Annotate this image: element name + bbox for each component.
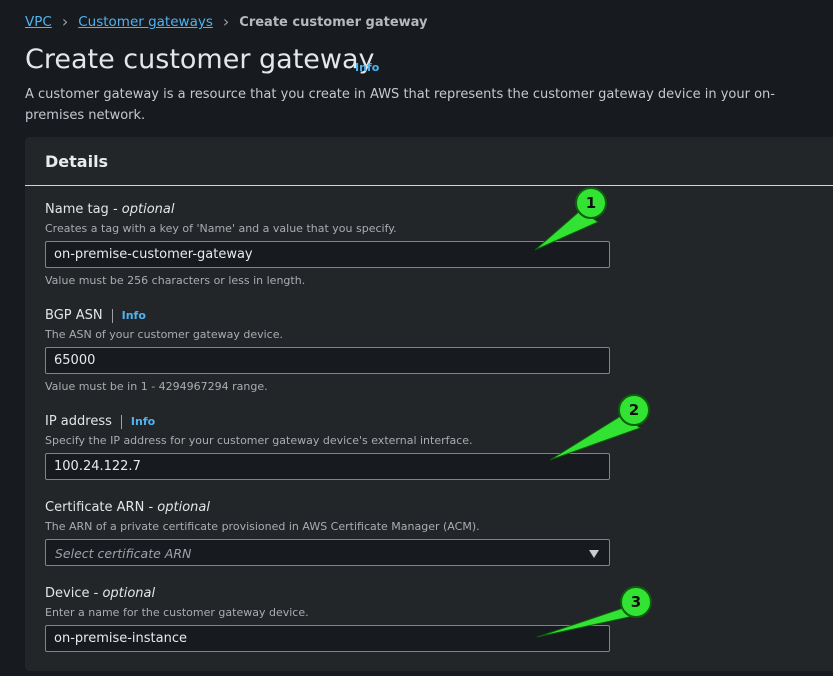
label-divider <box>111 308 113 323</box>
name-tag-constraint: Value must be 256 characters or less in … <box>45 274 306 287</box>
device-description: Enter a name for the customer gateway de… <box>45 606 309 619</box>
bgp-asn-info-link[interactable]: Info <box>122 309 146 322</box>
title-info-link[interactable]: Info <box>355 61 379 74</box>
ip-address-description: Specify the IP address for your customer… <box>45 434 473 447</box>
optional-text: optional <box>157 500 210 515</box>
details-panel: Details Name tag - optional Creates a ta… <box>25 137 833 671</box>
ip-address-input[interactable] <box>45 453 610 480</box>
bgp-asn-constraint: Value must be in 1 - 4294967294 range. <box>45 380 268 393</box>
breadcrumb: VPC › Customer gateways › Create custome… <box>25 12 428 32</box>
breadcrumb-current: Create customer gateway <box>239 14 428 30</box>
device-label: Device - optional <box>45 586 156 601</box>
name-tag-label: Name tag - optional <box>45 202 175 217</box>
ip-address-label: IP address Info <box>45 414 156 429</box>
page-title: Create customer gateway <box>25 44 375 75</box>
optional-text: optional <box>102 586 156 601</box>
certificate-arn-label: Certificate ARN - optional <box>45 500 210 515</box>
details-panel-header: Details <box>25 137 833 186</box>
name-tag-input[interactable] <box>45 241 610 268</box>
ip-address-info-link[interactable]: Info <box>131 415 155 428</box>
certificate-arn-description: The ARN of a private certificate provisi… <box>45 520 480 533</box>
certificate-arn-placeholder: Select certificate ARN <box>55 546 192 561</box>
page-description: A customer gateway is a resource that yo… <box>25 87 775 123</box>
name-tag-description: Creates a tag with a key of 'Name' and a… <box>45 222 397 235</box>
chevron-right-icon: › <box>222 12 230 31</box>
optional-text: optional <box>121 202 175 217</box>
callout-2-badge: 2 <box>618 394 650 426</box>
callout-3-badge: 3 <box>620 586 652 618</box>
device-input[interactable] <box>45 625 610 652</box>
certificate-arn-select[interactable]: Select certificate ARN <box>45 539 610 566</box>
chevron-right-icon: › <box>61 12 69 31</box>
caret-down-icon <box>589 550 599 558</box>
bgp-asn-description: The ASN of your customer gateway device. <box>45 328 283 341</box>
callout-1-badge: 1 <box>575 187 607 219</box>
breadcrumb-vpc-link[interactable]: VPC <box>25 14 52 30</box>
breadcrumb-customer-gateways-link[interactable]: Customer gateways <box>78 14 213 30</box>
details-title: Details <box>45 152 109 171</box>
bgp-asn-input[interactable] <box>45 347 610 374</box>
bgp-asn-label: BGP ASN Info <box>45 308 146 323</box>
label-divider <box>120 414 122 429</box>
